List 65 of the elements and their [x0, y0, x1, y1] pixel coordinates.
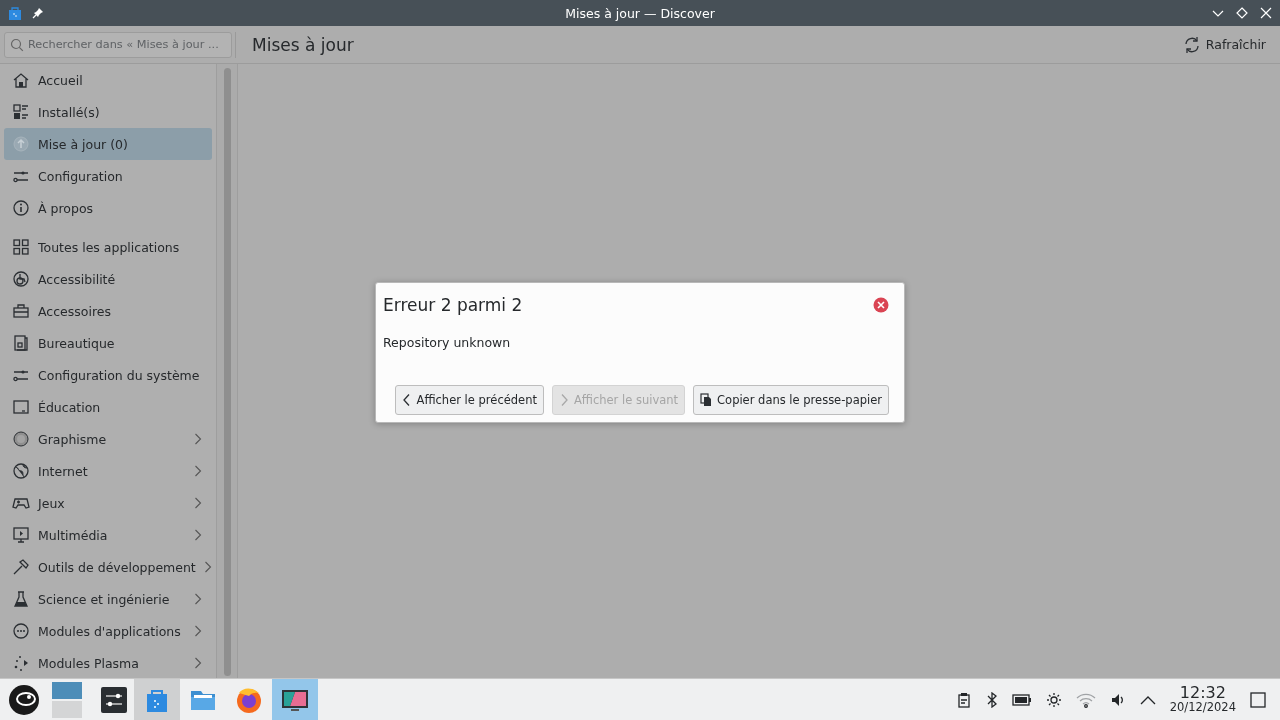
sidebar-item[interactable]: Bureautique: [4, 327, 212, 359]
copy-icon: [700, 393, 713, 407]
sidebar-item[interactable]: Installé(s): [4, 96, 212, 128]
error-message: Repository unknown: [383, 335, 512, 350]
search-field[interactable]: Rechercher dans « Mises à jour ...: [4, 31, 232, 58]
close-icon[interactable]: [873, 297, 889, 313]
store-icon: [8, 6, 22, 20]
hammer-icon: [12, 558, 30, 576]
flask-icon: [12, 590, 30, 608]
sidebar-item[interactable]: Toutes les applications: [4, 231, 212, 263]
window-title: Mises à jour — Discover: [565, 5, 715, 21]
search-icon: [10, 37, 24, 52]
taskbar-task[interactable]: [272, 679, 318, 720]
chevron-up-icon[interactable]: [1139, 694, 1156, 705]
sidebar-item[interactable]: Configuration du système: [4, 359, 212, 391]
info-icon: [12, 199, 30, 217]
sidebar-item[interactable]: Graphisme: [4, 423, 212, 455]
sidebar-item[interactable]: Accessibilité: [4, 263, 212, 295]
sidebar-item[interactable]: Outils de développement: [4, 551, 212, 583]
home-icon: [12, 71, 30, 89]
sidebar-item[interactable]: Mise à jour (0): [4, 128, 212, 160]
battery-icon[interactable]: [1011, 693, 1032, 706]
bluetooth-icon[interactable]: [985, 691, 998, 708]
toolbox-icon: [12, 302, 30, 320]
pin-icon[interactable]: [32, 7, 44, 19]
brightness-icon[interactable]: [1045, 691, 1062, 708]
sidebar-item[interactable]: Jeux: [4, 487, 212, 519]
refresh-button[interactable]: Rafraîchir: [1176, 31, 1272, 58]
monitor-icon: [12, 526, 30, 544]
board-icon: [12, 398, 30, 416]
sidebar-item[interactable]: À propos: [4, 192, 212, 224]
wifi-icon[interactable]: [1075, 691, 1096, 708]
dots-icon: [12, 654, 30, 672]
sidebar-item[interactable]: Accessoires: [4, 295, 212, 327]
sidebar-item[interactable]: Internet: [4, 455, 212, 487]
sidebar-item[interactable]: Modules d'applications: [4, 615, 212, 647]
maximize-icon[interactable]: [1236, 7, 1248, 19]
list-icon: [12, 103, 30, 121]
close-icon[interactable]: [1260, 7, 1272, 19]
clipboard-icon[interactable]: [955, 691, 972, 708]
clock[interactable]: 12:32 20/12/2024: [1169, 685, 1236, 714]
desktop-pager[interactable]: [52, 681, 82, 718]
sidebar-item[interactable]: Multimédia: [4, 519, 212, 551]
palette-icon: [12, 430, 30, 448]
sliders-icon: [101, 686, 127, 713]
chevron-left-icon: [401, 393, 412, 407]
page-title: Mises à jour: [252, 34, 355, 55]
desktop-thumbnail[interactable]: [52, 700, 82, 718]
show-desktop-icon[interactable]: [1250, 691, 1266, 708]
sidebar-item[interactable]: Modules Plasma: [4, 647, 212, 679]
document-icon: [12, 334, 30, 352]
sidebar-item[interactable]: Science et ingénierie: [4, 583, 212, 615]
desktop-thumbnail[interactable]: [52, 681, 82, 699]
scrollbar-thumb[interactable]: [223, 68, 231, 676]
update-icon: [12, 135, 30, 153]
sidebar-item[interactable]: Éducation: [4, 391, 212, 423]
grid-icon: [12, 238, 30, 256]
sidebar-item[interactable]: Configuration: [4, 160, 212, 192]
wheelchair-icon: [12, 270, 30, 288]
copy-button[interactable]: Copier dans le presse-papier: [693, 385, 889, 415]
sidebar-item[interactable]: Accueil: [4, 64, 212, 96]
dialog-title: Erreur 2 parmi 2: [383, 295, 523, 315]
ellipsis-icon: [12, 622, 30, 640]
previous-button[interactable]: Afficher le précédent: [394, 385, 544, 415]
refresh-icon: [1182, 35, 1201, 54]
